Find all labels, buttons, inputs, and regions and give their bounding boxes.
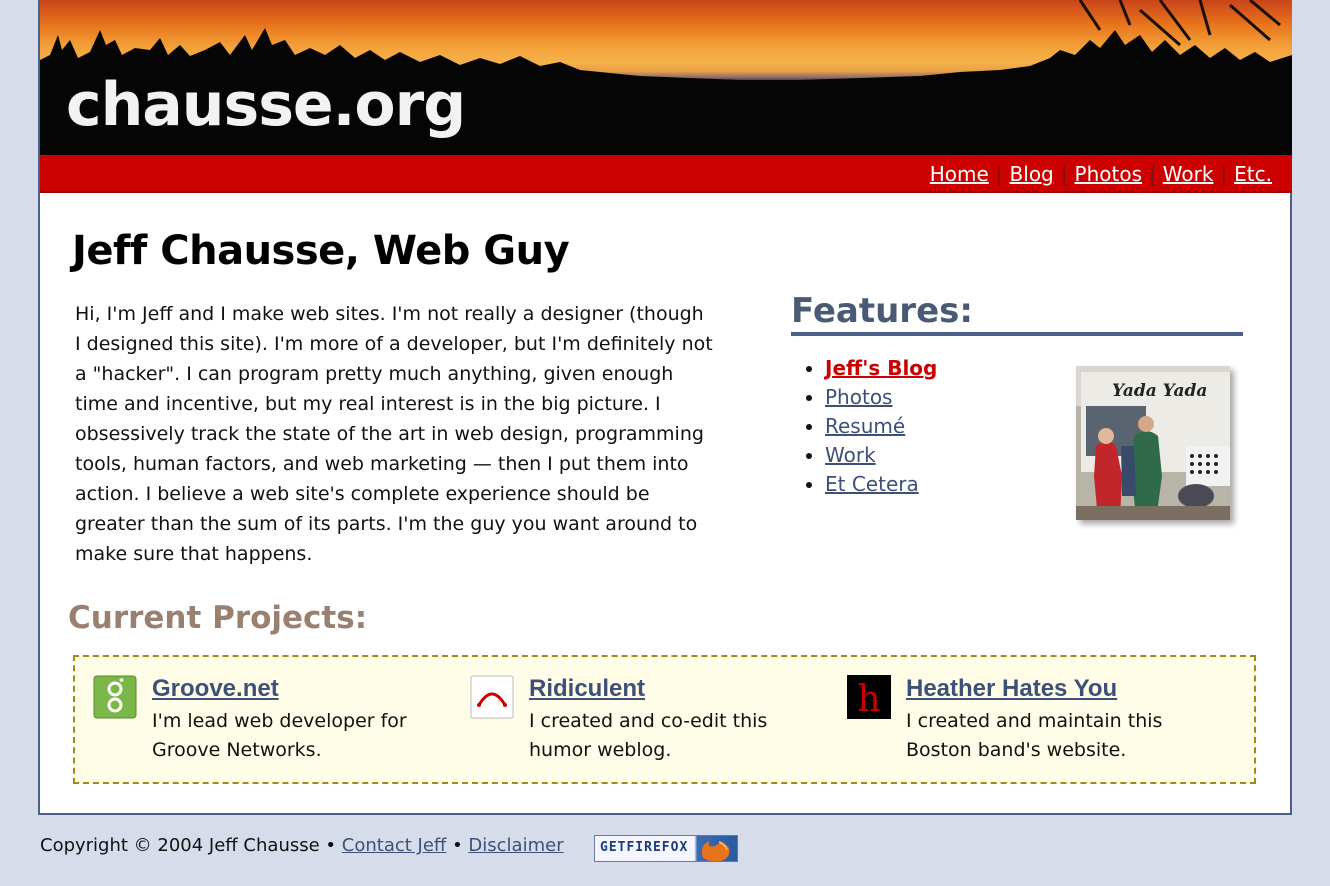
nav-separator: | <box>1060 162 1068 186</box>
feature-link-blog[interactable]: Jeff's Blog <box>825 356 937 380</box>
list-item: Jeff's Blog <box>825 354 937 383</box>
feature-link-etcetera[interactable]: Et Cetera <box>825 472 919 496</box>
nav-separator: | <box>1149 162 1156 186</box>
projects-heading: Current Projects: <box>68 600 368 636</box>
disclaimer-link[interactable]: Disclaimer <box>468 835 563 856</box>
project-desc-groove: I'm lead web developer for Groove Networ… <box>152 710 407 761</box>
features-list: Jeff's Blog Photos Resumé Work Et Cetera <box>805 354 937 499</box>
intro-paragraph: Hi, I'm Jeff and I make web sites. I'm n… <box>75 303 713 565</box>
page-title: Jeff Chausse, Web Guy <box>72 228 570 274</box>
feature-link-work[interactable]: Work <box>825 443 876 467</box>
header-banner: chausse.org <box>40 0 1292 155</box>
get-firefox-badge[interactable]: GETFIREFOX <box>594 835 738 862</box>
nav-separator: | <box>1220 162 1228 186</box>
nav-blog[interactable]: Blog <box>1010 162 1054 186</box>
badge-text: GETFIREFOX <box>600 840 689 855</box>
heather-logo-icon[interactable]: h <box>847 675 891 720</box>
feature-link-resume[interactable]: Resumé <box>825 414 905 438</box>
svg-text:h: h <box>857 679 880 719</box>
project-desc-heather: I created and maintain this Boston band'… <box>906 710 1163 761</box>
groove-logo-icon[interactable] <box>93 675 137 719</box>
list-item: Photos <box>825 383 937 412</box>
list-item: Work <box>825 441 937 470</box>
footer-bullet: • <box>325 835 337 856</box>
project-title-heather[interactable]: Heather Hates You <box>906 675 1117 703</box>
feature-link-photos[interactable]: Photos <box>825 385 892 409</box>
projects-box: Groove.net I'm lead web developer for Gr… <box>73 655 1256 784</box>
copyright-text: Copyright © 2004 Jeff Chausse <box>40 835 320 856</box>
footer: Copyright © 2004 Jeff Chausse • Contact … <box>40 835 564 856</box>
food-truck-photo: Yada Yada <box>1076 366 1230 520</box>
ridiculent-logo-icon[interactable] <box>470 675 514 719</box>
list-item: Et Cetera <box>825 470 937 499</box>
photo-sign-text: Yada Yada <box>1112 381 1207 401</box>
nav-separator: | <box>995 162 1003 186</box>
project-title-ridiculent[interactable]: Ridiculent <box>529 675 645 703</box>
feature-photo[interactable]: Yada Yada <box>1076 366 1230 520</box>
page-container: chausse.org Home | Blog | Photos | Work | Etc. J… <box>38 0 1292 815</box>
list-item: Resumé <box>825 412 937 441</box>
project-desc-ridiculent: I created and co-edit this humor weblog. <box>529 710 768 761</box>
nav-photos[interactable]: Photos <box>1075 162 1142 186</box>
nav-home[interactable]: Home <box>930 162 989 186</box>
features-heading: Features: <box>791 290 1243 336</box>
contact-link[interactable]: Contact Jeff <box>342 835 447 856</box>
firefox-icon <box>701 841 730 861</box>
main-nav: Home | Blog | Photos | Work | Etc. <box>40 155 1292 193</box>
nav-etc[interactable]: Etc. <box>1234 162 1272 186</box>
nav-work[interactable]: Work <box>1163 162 1214 186</box>
site-logo[interactable]: chausse.org <box>66 70 466 140</box>
footer-bullet: • <box>452 835 463 856</box>
project-title-groove[interactable]: Groove.net <box>152 675 279 703</box>
